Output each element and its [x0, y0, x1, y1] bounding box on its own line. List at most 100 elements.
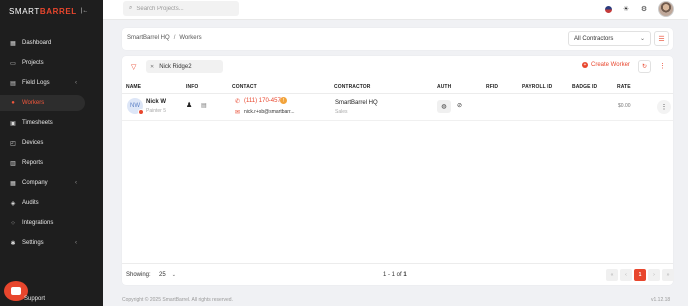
- pagination: « ‹ 1 › »: [606, 269, 674, 281]
- email-icon: ✉: [235, 110, 241, 116]
- plus-circle-icon: +: [582, 61, 588, 68]
- chevron-down-icon: ⌄: [171, 272, 176, 278]
- sidebar-item-label: Reports: [22, 160, 44, 166]
- top-bar-actions: ☀ ⚙: [604, 1, 674, 17]
- worker-role: Painter 5: [146, 108, 167, 114]
- sidebar-item-label: Timesheets: [22, 120, 53, 126]
- worker-type-icon: ♟: [186, 102, 193, 109]
- top-bar: ⌕ ☀ ⚙: [103, 0, 688, 20]
- clear-filter-icon[interactable]: ✕: [150, 64, 154, 70]
- column-header-contractor[interactable]: CONTRACTOR: [334, 84, 370, 90]
- project-search[interactable]: ⌕: [123, 1, 239, 16]
- sidebar-item-workers[interactable]: ● Workers: [0, 93, 103, 113]
- create-worker-label: Create Worker: [591, 62, 630, 68]
- id-card-icon[interactable]: ▤: [201, 102, 207, 109]
- contractor-select-value: All Contractors: [574, 35, 614, 42]
- collapse-sidebar-icon[interactable]: |←: [81, 8, 89, 14]
- sidebar-item-devices[interactable]: ◰ Devices: [0, 133, 103, 153]
- table-footer: Showing: 25 ⌄ 1 - 1 of 1 « ‹ 1 › »: [122, 263, 674, 285]
- prev-page-button[interactable]: ‹: [620, 269, 632, 281]
- sidebar-item-timesheets[interactable]: ▣ Timesheets: [0, 113, 103, 133]
- dashboard-icon: ▦: [10, 40, 16, 47]
- breadcrumb: SmartBarrel HQ / Workers: [127, 35, 202, 41]
- search-input[interactable]: [136, 5, 232, 12]
- worker-name[interactable]: Nick W: [146, 99, 166, 105]
- column-header-info: INFO: [186, 84, 199, 90]
- worker-contractor: SmartBarrel HQ: [335, 100, 378, 106]
- worker-initials: NW: [130, 103, 140, 109]
- sidebar-item-label: Projects: [22, 60, 44, 66]
- pagination-range: 1 - 1 of 1: [383, 272, 407, 278]
- worker-phone[interactable]: (111) 170-4578: [244, 98, 284, 104]
- brand-logo[interactable]: SMARTBARREL |←: [9, 5, 88, 17]
- table-row[interactable]: NW Nick W Painter 5 ♟ ▤ ✆ (111) 170-4578…: [122, 95, 673, 121]
- calendar-icon: ▣: [10, 120, 16, 127]
- face-auth-icon[interactable]: ◍: [437, 100, 451, 113]
- language-flag-icon[interactable]: [604, 5, 612, 13]
- next-page-button[interactable]: ›: [648, 269, 660, 281]
- first-page-button[interactable]: «: [606, 269, 618, 281]
- contractor-select[interactable]: All Contractors ⌄: [568, 31, 651, 46]
- column-header-rfid: RFID: [486, 84, 499, 90]
- building-icon: ▦: [10, 180, 16, 187]
- sidebar-item-label: Settings: [22, 240, 44, 246]
- sidebar-item-projects[interactable]: ▭ Projects: [0, 53, 103, 73]
- logo-text: SMARTBARREL: [9, 6, 77, 16]
- breadcrumb-current: Workers: [179, 35, 202, 41]
- sidebar-item-dashboard[interactable]: ▦ Dashboard: [0, 33, 103, 53]
- column-header-payroll-id: PAYROLL ID: [522, 84, 553, 90]
- sidebar-item-label: Field Logs: [22, 80, 50, 86]
- sidebar-item-field-logs[interactable]: ▤ Field Logs ‹: [0, 73, 103, 93]
- support-label[interactable]: Support: [24, 296, 45, 302]
- filter-chip[interactable]: ✕ Nick Ridge2: [146, 60, 223, 73]
- sidebar-item-settings[interactable]: ✱ Settings ‹: [0, 233, 103, 253]
- version-text: v1.12.18: [651, 297, 671, 303]
- settings-icon[interactable]: ⚙: [640, 5, 648, 13]
- user-avatar[interactable]: [658, 1, 674, 17]
- refresh-icon: ↻: [641, 64, 648, 70]
- list-menu-button[interactable]: ☰: [654, 31, 669, 46]
- chevron-left-icon: ‹: [75, 240, 77, 246]
- column-header-contact: CONTACT: [232, 84, 257, 90]
- phone-warning-icon: !: [280, 97, 287, 104]
- sidebar-item-company[interactable]: ▦ Company ‹: [0, 173, 103, 193]
- column-header-auth: AUTH: [437, 84, 452, 90]
- search-icon: ⌕: [129, 5, 133, 11]
- row-actions-icon[interactable]: ⋮: [657, 100, 671, 114]
- sidebar-item-label: Dashboard: [22, 40, 52, 46]
- last-page-button[interactable]: »: [662, 269, 674, 281]
- filter-icon[interactable]: ▽: [131, 63, 136, 71]
- sidebar-item-label: Integrations: [22, 220, 54, 226]
- create-worker-button[interactable]: + Create Worker: [582, 62, 630, 68]
- sidebar-item-label: Audits: [22, 200, 39, 206]
- folder-icon: ▭: [10, 60, 16, 67]
- worker-email[interactable]: nick.r+sb@smartbarr...: [244, 109, 295, 115]
- breadcrumb-bar: SmartBarrel HQ / Workers All Contractors ⌄…: [122, 28, 673, 50]
- page-size-select[interactable]: 25 ⌄: [157, 269, 181, 281]
- showing-label: Showing:: [126, 272, 151, 278]
- sidebar-item-audits[interactable]: ◈ Audits: [0, 193, 103, 213]
- page-button-1[interactable]: 1: [634, 269, 646, 281]
- theme-toggle-icon[interactable]: ☀: [622, 5, 630, 13]
- sidebar: SMARTBARREL |← ▦ Dashboard ▭ Projects ▤ …: [0, 0, 103, 306]
- column-header-badge-id: BADGE ID: [572, 84, 598, 90]
- status-dot-icon: [138, 109, 144, 115]
- report-icon: ▥: [10, 160, 16, 167]
- sidebar-item-reports[interactable]: ▥ Reports: [0, 153, 103, 173]
- nfc-disabled-icon: ⊘: [457, 103, 463, 109]
- audit-icon: ◈: [10, 200, 16, 207]
- clipboard-icon: ▤: [10, 80, 16, 87]
- page-size-value: 25: [159, 272, 166, 278]
- sidebar-item-label: Devices: [22, 140, 44, 146]
- sidebar-item-integrations[interactable]: ⁘ Integrations: [0, 213, 103, 233]
- more-options-icon[interactable]: ⋮: [659, 62, 666, 70]
- column-header-name[interactable]: NAME: [126, 84, 141, 90]
- gear-icon: ✱: [10, 240, 16, 247]
- chevron-down-icon: ⌄: [639, 36, 645, 42]
- breadcrumb-root[interactable]: SmartBarrel HQ: [127, 35, 170, 41]
- integration-icon: ⁘: [10, 220, 16, 227]
- table-header: NAME INFO CONTACT CONTRACTOR AUTH RFID P…: [122, 82, 673, 94]
- breadcrumb-separator: /: [173, 35, 176, 41]
- refresh-button[interactable]: ↻: [638, 60, 651, 73]
- phone-icon: ✆: [235, 99, 241, 105]
